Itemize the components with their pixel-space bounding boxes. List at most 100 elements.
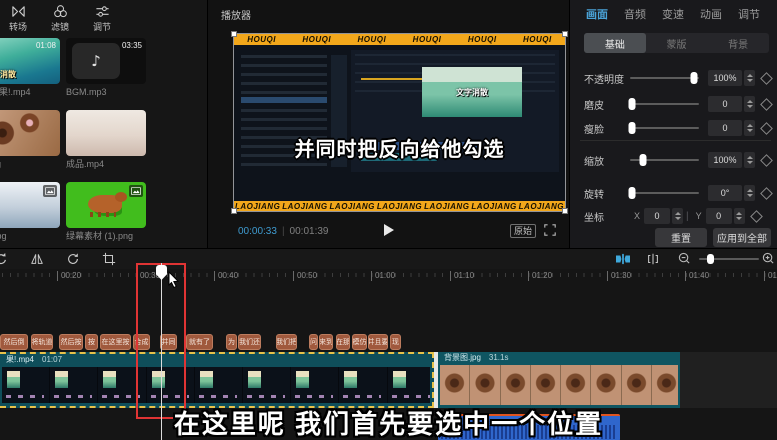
stepper-up-icon[interactable] xyxy=(747,100,753,103)
stepper-control[interactable] xyxy=(744,152,755,168)
zoom-slider-handle[interactable] xyxy=(707,254,714,264)
text-clip[interactable]: 将轨道 xyxy=(31,334,53,350)
x-value-input[interactable]: 0 xyxy=(644,208,670,224)
slider-handle[interactable] xyxy=(629,122,636,134)
text-clip[interactable]: 我们把 xyxy=(276,334,297,350)
stepper-down-icon[interactable] xyxy=(747,161,753,164)
text-clip[interactable]: 为 xyxy=(226,334,237,350)
auto-snap-icon[interactable] xyxy=(615,252,631,266)
tab-3[interactable]: 变速 xyxy=(662,6,684,22)
text-clip[interactable]: 来到 xyxy=(319,334,333,350)
selection-handle-top-left[interactable] xyxy=(231,31,237,37)
text-clip[interactable]: 就有了 xyxy=(186,334,213,350)
zoom-in-icon[interactable] xyxy=(762,252,775,265)
media-item[interactable]: 03:35♪BGM.mp3 xyxy=(66,38,146,97)
keyframe-diamond-icon[interactable] xyxy=(760,187,773,200)
slider-value[interactable]: 0 xyxy=(708,120,742,136)
slider-handle[interactable] xyxy=(691,72,698,84)
reset-button[interactable]: 重置 xyxy=(655,228,707,247)
stepper-down-icon[interactable] xyxy=(736,217,742,220)
keyframe-diamond-icon[interactable] xyxy=(760,122,773,135)
y-stepper[interactable] xyxy=(734,208,745,224)
text-clip[interactable]: 然后按 xyxy=(59,334,83,350)
preview-axis-icon[interactable] xyxy=(646,252,660,266)
slider-handle[interactable] xyxy=(640,154,647,166)
tab-4[interactable]: 动画 xyxy=(700,6,722,22)
keyframe-diamond-icon[interactable] xyxy=(760,72,773,85)
tab-1[interactable]: 画面 xyxy=(586,6,608,22)
play-button[interactable] xyxy=(384,224,394,236)
stepper-down-icon[interactable] xyxy=(675,217,681,220)
media-thumbnail-greenscreen[interactable] xyxy=(66,182,146,228)
media-tool-3[interactable]: 调节 xyxy=(88,4,116,33)
text-clip[interactable]: 并且要 xyxy=(368,334,388,350)
stepper-up-icon[interactable] xyxy=(747,156,753,159)
slider-handle[interactable] xyxy=(629,187,636,199)
selection-handle-bottom-left[interactable] xyxy=(231,208,237,214)
text-clip[interactable]: 问 xyxy=(309,334,318,350)
slider-track[interactable] xyxy=(630,77,699,79)
subtab-1[interactable]: 基础 xyxy=(584,33,646,53)
media-thumbnail-bedroom[interactable] xyxy=(66,110,146,156)
text-clip[interactable]: 在那 xyxy=(336,334,350,350)
stepper-down-icon[interactable] xyxy=(747,129,753,132)
video-clip-background[interactable]: 背景图.jpg 31.1s xyxy=(438,352,680,408)
text-clip[interactable]: 然后倒 xyxy=(0,334,28,350)
reverse-icon[interactable] xyxy=(0,252,8,266)
media-thumbnail-clouds[interactable] xyxy=(0,182,60,228)
timeline-zoom-slider[interactable] xyxy=(699,258,759,260)
media-item[interactable]: 成品.mp4 xyxy=(66,110,146,169)
text-clip[interactable]: 模仿 xyxy=(352,334,367,350)
media-thumbnail-music[interactable]: 03:35♪ xyxy=(66,38,146,84)
stepper-up-icon[interactable] xyxy=(675,212,681,215)
slider-value[interactable]: 0 xyxy=(708,96,742,112)
keyframe-diamond-icon[interactable] xyxy=(760,154,773,167)
stepper-down-icon[interactable] xyxy=(747,105,753,108)
keyframe-diamond-icon[interactable] xyxy=(750,210,763,223)
tab-2[interactable]: 音频 xyxy=(624,6,646,22)
slider-track[interactable] xyxy=(630,159,699,161)
stepper-up-icon[interactable] xyxy=(747,124,753,127)
slider-track[interactable] xyxy=(630,192,699,194)
media-item[interactable]: 01:08文字消散程]...果!.mp4 xyxy=(0,38,60,97)
x-stepper[interactable] xyxy=(672,208,683,224)
media-tool-1[interactable]: 转场 xyxy=(4,4,32,33)
subtab-2[interactable]: 蒙版 xyxy=(646,33,708,53)
tab-5[interactable]: 调节 xyxy=(738,6,760,22)
subtab-3[interactable]: 背景 xyxy=(707,33,769,53)
slider-handle[interactable] xyxy=(629,98,636,110)
stepper-up-icon[interactable] xyxy=(747,74,753,77)
slider-track[interactable] xyxy=(630,127,699,129)
slider-value[interactable]: 100% xyxy=(708,70,742,86)
media-tool-2[interactable]: 滤镜 xyxy=(46,4,74,33)
timeline-ruler[interactable]: 00:2000:3000:4000:5001:0001:1001:2001:30… xyxy=(0,269,777,285)
preview-canvas[interactable]: HOUQIHOUQIHOUQIHOUQIHOUQIHOUQI 文字消散 并同时把… xyxy=(233,33,566,212)
keyframe-diamond-icon[interactable] xyxy=(760,98,773,111)
slider-value[interactable]: 0° xyxy=(708,185,742,201)
stepper-up-icon[interactable] xyxy=(747,189,753,192)
stepper-down-icon[interactable] xyxy=(747,194,753,197)
text-clip[interactable]: 在这里按 xyxy=(100,334,131,350)
rotate-icon[interactable] xyxy=(66,252,80,266)
original-quality-button[interactable]: 原始 xyxy=(510,224,536,238)
zoom-out-icon[interactable] xyxy=(678,252,691,265)
media-thumbnail-donuts[interactable] xyxy=(0,110,60,156)
video-clip-selected[interactable]: 果!.mp4 01:07 xyxy=(0,352,434,408)
stepper-control[interactable] xyxy=(744,185,755,201)
selection-handle-top-right[interactable] xyxy=(562,31,568,37)
crop-icon[interactable] xyxy=(102,252,116,266)
text-clip[interactable]: 按 xyxy=(85,334,98,350)
text-clip[interactable]: 我们还 xyxy=(238,334,261,350)
apply-to-all-button[interactable]: 应用到全部 xyxy=(713,228,771,247)
slider-track[interactable] xyxy=(630,103,699,105)
text-clip[interactable]: 现 xyxy=(390,334,401,350)
y-value-input[interactable]: 0 xyxy=(706,208,732,224)
fullscreen-icon[interactable] xyxy=(544,224,556,236)
media-item[interactable]: 绿幕素材 (1).png xyxy=(66,182,146,241)
media-thumbnail-beach[interactable]: 01:08文字消散 xyxy=(0,38,60,84)
stepper-down-icon[interactable] xyxy=(747,79,753,82)
stepper-control[interactable] xyxy=(744,96,755,112)
selection-handle-bottom-right[interactable] xyxy=(562,208,568,214)
media-item[interactable]: …jpg xyxy=(0,110,60,169)
stepper-up-icon[interactable] xyxy=(736,212,742,215)
